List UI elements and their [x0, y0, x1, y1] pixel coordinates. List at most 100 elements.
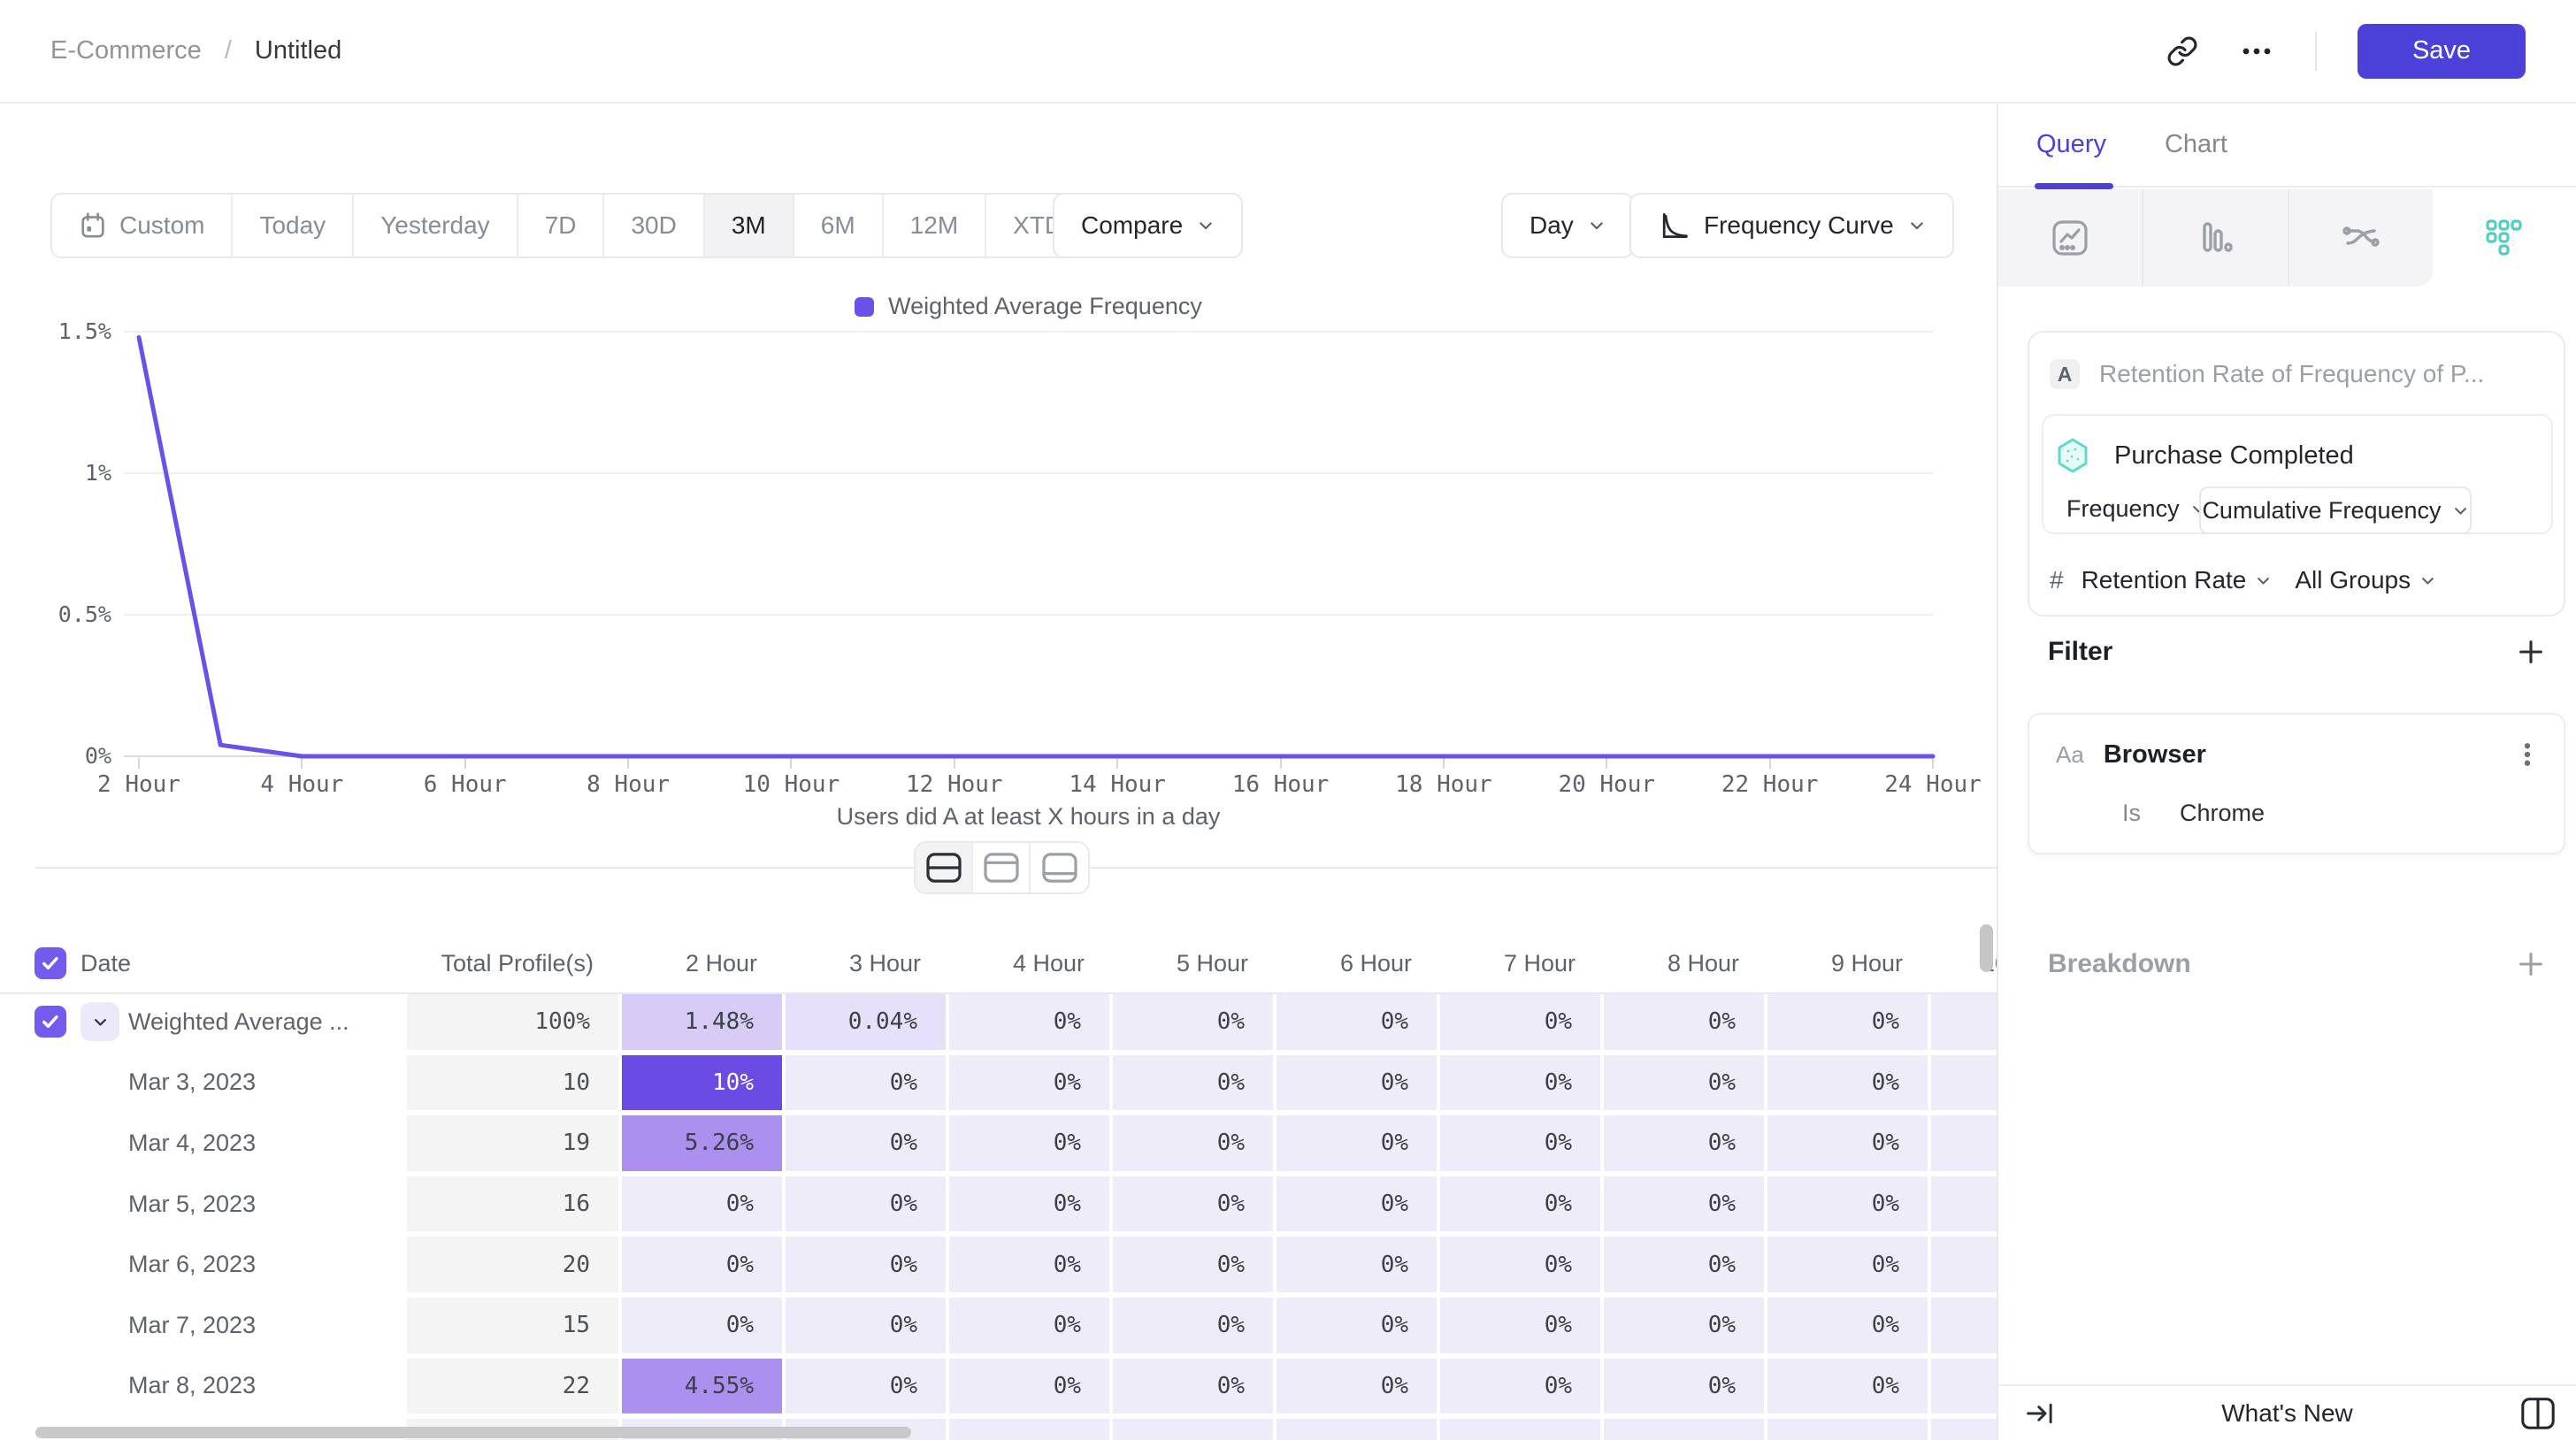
row-label-cell: Mar 5, 2023 — [0, 1176, 407, 1237]
table-only-view-button[interactable] — [1031, 843, 1088, 892]
granularity-button[interactable]: Day — [1501, 193, 1634, 258]
retention-cell: 0% — [1276, 994, 1440, 1055]
frequency-mode-dropdown[interactable]: Cumulative Frequency — [2199, 486, 2472, 534]
x-axis-tick-label: 16 Hour — [1201, 771, 1361, 798]
row-label-cell: Mar 8, 2023 — [0, 1359, 407, 1420]
select-all-checkbox[interactable] — [34, 947, 66, 979]
gridline — [124, 472, 1933, 474]
event-card: Purchase Completed Frequency Cumulative … — [2042, 414, 2553, 534]
more-options-icon[interactable] — [2239, 35, 2274, 67]
x-axis-tick — [1116, 758, 1118, 769]
retention-cell: 0% — [786, 1359, 949, 1420]
retention-cell: 0% — [1604, 1298, 1767, 1359]
range-3m[interactable]: 3M — [705, 195, 794, 257]
compare-button[interactable]: Compare — [1053, 193, 1243, 258]
event-selector[interactable]: Purchase Completed — [2056, 437, 2354, 474]
line-chart-icon — [2051, 218, 2089, 257]
table-row[interactable]: Weighted Average ...100%1.48%0.04%0%0%0%… — [0, 994, 1997, 1055]
total-profiles-cell: 20 — [407, 1237, 622, 1298]
frequency-label: Frequency — [2066, 495, 2180, 523]
chevron-down-icon — [2452, 502, 2469, 519]
range-custom[interactable]: Custom — [52, 195, 233, 257]
expand-row-button[interactable] — [80, 1002, 119, 1041]
measure-dropdown[interactable]: Retention Rate — [2082, 566, 2273, 594]
frequency-dropdown[interactable]: Frequency — [2066, 495, 2207, 523]
retention-cell — [1931, 1237, 1997, 1298]
breadcrumb-current[interactable]: Untitled — [255, 36, 341, 65]
add-breakdown-button[interactable] — [2516, 949, 2546, 979]
hour-column-header: 7 Hour — [1440, 950, 1604, 977]
range-6m[interactable]: 6M — [794, 195, 884, 257]
range-today[interactable]: Today — [233, 195, 354, 257]
breakdown-title: Breakdown — [2048, 949, 2191, 979]
chevron-down-icon — [2419, 572, 2436, 589]
granularity-label: Day — [1530, 211, 1574, 240]
retention-cell: 0% — [949, 994, 1113, 1055]
series-title[interactable]: Retention Rate of Frequency of P... — [2099, 360, 2484, 388]
filter-operator[interactable]: Is — [2122, 800, 2141, 827]
frequency-curve-icon — [1658, 210, 1690, 241]
query-sidebar: Query Chart — [1997, 103, 2576, 1440]
sidebar-footer: What's New — [1998, 1384, 2576, 1440]
string-property-icon: Aa — [2056, 741, 2084, 769]
table-row[interactable]: Mar 6, 2023200%0%0%0%0%0%0%0% — [0, 1237, 1997, 1298]
filter-card: Aa Browser Is Chrome — [2028, 713, 2565, 854]
table-row[interactable]: Mar 3, 20231010%0%0%0%0%0%0%0% — [0, 1055, 1997, 1116]
add-filter-button[interactable] — [2516, 637, 2546, 667]
total-profiles-cell: 15 — [407, 1298, 622, 1359]
filter-menu-icon[interactable] — [2514, 739, 2541, 770]
table-body: Weighted Average ...100%1.48%0.04%0%0%0%… — [0, 994, 1997, 1440]
hour-column-header: 8 Hour — [1604, 950, 1767, 977]
save-button[interactable]: Save — [2358, 24, 2526, 79]
range-12m[interactable]: 12M — [884, 195, 986, 257]
x-axis-tick — [1606, 758, 1607, 769]
tab-query[interactable]: Query — [2036, 103, 2106, 187]
row-label-cell: Weighted Average ... — [0, 994, 407, 1055]
breadcrumb-parent[interactable]: E-Commerce — [50, 36, 202, 65]
chart-style-button[interactable]: Frequency Curve — [1629, 193, 1954, 258]
retention-cell: 0% — [1440, 1298, 1604, 1359]
retention-dots-tab[interactable] — [2433, 189, 2576, 287]
retention-cell: 0% — [1113, 1055, 1276, 1116]
compare-label: Compare — [1081, 211, 1183, 240]
vertical-scrollbar[interactable] — [1980, 924, 1993, 972]
x-axis-tick — [301, 758, 303, 769]
range-30d[interactable]: 30D — [604, 195, 704, 257]
topbar-divider — [2315, 32, 2317, 71]
range-yesterday[interactable]: Yesterday — [354, 195, 518, 257]
horizontal-scrollbar[interactable] — [35, 1427, 911, 1438]
table-row[interactable]: Mar 5, 2023160%0%0%0%0%0%0%0% — [0, 1176, 1997, 1237]
whats-new-link[interactable]: What's New — [1998, 1399, 2576, 1428]
retention-cell: 0% — [1276, 1237, 1440, 1298]
table-row[interactable]: Mar 7, 2023150%0%0%0%0%0%0%0% — [0, 1298, 1997, 1359]
x-axis-tick-label: 12 Hour — [875, 771, 1034, 798]
retention-cell: 0% — [1440, 994, 1604, 1055]
flows-tab[interactable] — [2289, 189, 2433, 287]
retention-cell: 0% — [1767, 1359, 1931, 1420]
chart-only-view-button[interactable] — [973, 843, 1031, 892]
row-checkbox[interactable] — [34, 1006, 66, 1038]
date-range-segmented-control: CustomTodayYesterday7D30D3M6M12MXTD — [50, 193, 1120, 258]
retention-cell — [1931, 1298, 1997, 1359]
filter-value[interactable]: Chrome — [2180, 800, 2265, 827]
filter-title: Filter — [2048, 637, 2112, 667]
tab-chart[interactable]: Chart — [2165, 103, 2227, 187]
groups-dropdown[interactable]: All Groups — [2295, 566, 2436, 594]
retention-cell: 0% — [1440, 1115, 1604, 1176]
retention-cell: 0% — [786, 1298, 949, 1359]
bar-chart-tab[interactable] — [2143, 189, 2288, 287]
range-7d[interactable]: 7D — [518, 195, 605, 257]
table-row[interactable]: Mar 8, 2023224.55%0%0%0%0%0%0%0% — [0, 1359, 1997, 1420]
retention-cell: 0% — [1767, 1115, 1931, 1176]
panel-layout-icon[interactable] — [2519, 1395, 2557, 1432]
filter-property[interactable]: Browser — [2104, 740, 2206, 770]
retention-cell: 0% — [1113, 1298, 1276, 1359]
copy-link-icon[interactable] — [2166, 35, 2198, 67]
retention-cell: 0% — [1767, 1237, 1931, 1298]
split-view-button[interactable] — [916, 843, 973, 892]
table-row[interactable]: Mar 4, 2023195.26%0%0%0%0%0%0%0% — [0, 1115, 1997, 1176]
retention-cell: 4.55% — [622, 1359, 786, 1420]
retention-cell: 0% — [786, 1055, 949, 1116]
insights-chart-tab[interactable] — [1998, 189, 2143, 287]
retention-cell: 0% — [1113, 1237, 1276, 1298]
